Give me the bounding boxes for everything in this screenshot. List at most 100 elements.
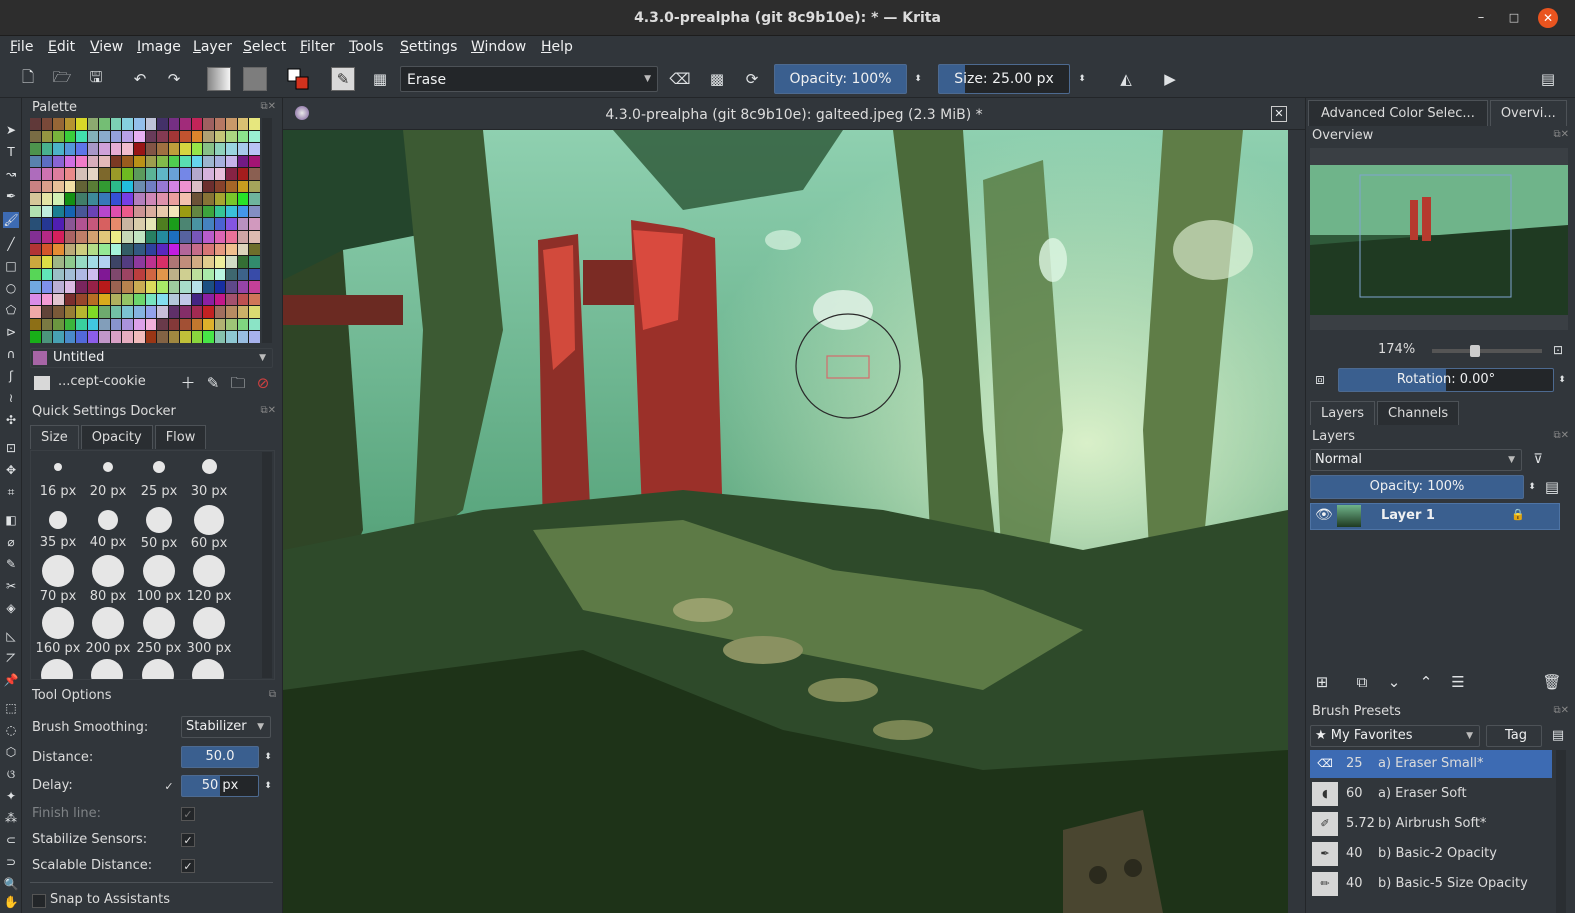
dock-float-close-icon[interactable]: ⧉✕: [1553, 705, 1569, 716]
rect-select-icon[interactable]: ⬚: [3, 700, 19, 716]
rotation-slider[interactable]: Rotation: 0.00°: [1338, 368, 1554, 392]
color-swap-icon[interactable]: [286, 67, 310, 91]
maximize-button[interactable]: □: [1504, 8, 1524, 28]
dock-float-icon[interactable]: ⧉: [269, 689, 276, 700]
assistant-tool-icon[interactable]: ◺: [3, 628, 19, 644]
delay-checkbox[interactable]: ✓: [162, 780, 176, 794]
opacity-slider[interactable]: Opacity: 100%: [774, 64, 907, 94]
distance-field[interactable]: 50.0: [181, 746, 259, 768]
pan-tool-icon[interactable]: ✋: [3, 894, 19, 910]
preset-item[interactable]: ✒ 40 b) Basic-2 Opacity: [1310, 840, 1552, 868]
preset-item[interactable]: ✏ 40 b) Basic-5 Size Opacity: [1310, 870, 1552, 898]
size-60[interactable]: 60 px: [184, 505, 234, 551]
grid-icon[interactable]: ▦: [368, 67, 392, 91]
zoom-slider[interactable]: [1432, 345, 1542, 357]
bezier-tool-icon[interactable]: ∩: [3, 346, 19, 362]
menu-settings[interactable]: Settings: [400, 39, 457, 55]
size-scrollbar[interactable]: [262, 452, 272, 678]
preset-item[interactable]: ✐ 5.72 b) Airbrush Soft*: [1310, 810, 1552, 838]
transform-tool-icon[interactable]: ⊡: [3, 440, 19, 456]
minimize-button[interactable]: –: [1471, 8, 1491, 28]
size-250[interactable]: 250 px: [134, 607, 184, 656]
layer-lock-icon[interactable]: 🔒: [1511, 508, 1525, 521]
new-document-icon[interactable]: 🗋: [16, 67, 40, 91]
undo-icon[interactable]: ↶: [128, 67, 152, 91]
scalable-checkbox[interactable]: ✓: [181, 859, 195, 873]
color-picker-icon[interactable]: ⌀: [3, 534, 19, 550]
canvas[interactable]: [283, 130, 1288, 913]
redo-icon[interactable]: ↷: [162, 67, 186, 91]
dock-float-close-icon[interactable]: ⧉✕: [260, 405, 276, 416]
menu-view[interactable]: View: [90, 39, 123, 55]
edit-icon[interactable]: ✎: [203, 373, 223, 393]
menu-file[interactable]: File: [10, 39, 33, 55]
presets-scrollbar[interactable]: [1556, 750, 1566, 913]
size-50[interactable]: 50 px: [134, 507, 184, 551]
mirror-view-icon[interactable]: ⧈: [1310, 369, 1330, 389]
delete-layer-icon[interactable]: 🗑: [1542, 672, 1562, 692]
alpha-lock-icon[interactable]: ▩: [705, 67, 729, 91]
dock-float-close-icon[interactable]: ⧉✕: [1553, 129, 1569, 140]
measure-tool-icon[interactable]: ⦢: [3, 650, 19, 666]
tab-channels[interactable]: Channels: [1377, 401, 1460, 425]
fill-tool-icon[interactable]: ◈: [3, 600, 19, 616]
finish-line-checkbox[interactable]: ✓: [181, 807, 195, 821]
size-300[interactable]: 300 px: [184, 607, 234, 656]
tab-flow[interactable]: Flow: [154, 425, 207, 449]
magnetic-select-icon[interactable]: ⊃: [3, 854, 19, 870]
similar-select-icon[interactable]: ⁂: [3, 810, 19, 826]
preset-view-icon[interactable]: ▤: [1548, 726, 1568, 746]
brush-preview-icon[interactable]: ✎: [331, 67, 355, 91]
layer-options-icon[interactable]: ☰: [1448, 672, 1468, 692]
mirror-horizontal-icon[interactable]: ◭: [1114, 67, 1138, 91]
overview-thumbnail[interactable]: [1310, 165, 1568, 315]
rotation-spin-icon[interactable]: ⬍: [1552, 370, 1572, 390]
move-tool-icon[interactable]: ✥: [3, 462, 19, 478]
tab-overview[interactable]: Overvi...: [1489, 100, 1567, 126]
dynamic-brush-icon[interactable]: ≀: [3, 390, 19, 406]
blend-mode-select[interactable]: Normal ▼: [1310, 449, 1522, 471]
pattern-swatch[interactable]: [243, 67, 267, 91]
add-layer-icon[interactable]: ⊞: [1312, 672, 1332, 692]
palette-select[interactable]: Untitled ▼: [30, 348, 273, 368]
tab-advanced-color[interactable]: Advanced Color Selec...: [1308, 100, 1488, 126]
stabilize-checkbox[interactable]: ✓: [181, 833, 195, 847]
size-30[interactable]: 30 px: [184, 459, 234, 499]
delete-icon[interactable]: ⊘: [253, 373, 273, 393]
size-160[interactable]: 160 px: [33, 607, 83, 656]
move-layer-up-icon[interactable]: ⌃: [1416, 672, 1436, 692]
fit-view-icon[interactable]: ⊡: [1548, 340, 1568, 360]
smoothing-select[interactable]: Stabilizer ▼: [181, 716, 271, 738]
folder-icon[interactable]: 🗀: [228, 373, 248, 393]
eye-icon[interactable]: 👁: [1315, 507, 1333, 523]
reload-preset-icon[interactable]: ⟳: [740, 67, 764, 91]
preset-item[interactable]: ⌫ 25 a) Eraser Small*: [1310, 750, 1552, 778]
rectangle-tool-icon[interactable]: □: [3, 258, 19, 274]
select-shapes-icon[interactable]: ➤: [3, 122, 19, 138]
freehand-select-icon[interactable]: ଓ: [3, 766, 19, 782]
filter-icon[interactable]: ⊽: [1528, 450, 1548, 470]
size-120[interactable]: 120 px: [184, 555, 234, 604]
ellipse-tool-icon[interactable]: ○: [3, 280, 19, 296]
gradient-tool-icon[interactable]: ◧: [3, 512, 19, 528]
menu-select[interactable]: Select: [243, 39, 286, 55]
polygon-select-icon[interactable]: ⬡: [3, 744, 19, 760]
size-35[interactable]: 35 px: [33, 509, 83, 550]
mirror-vertical-icon[interactable]: ▶: [1158, 67, 1182, 91]
size-16[interactable]: 16 px: [33, 459, 83, 499]
close-document-icon[interactable]: ✕: [1271, 106, 1287, 122]
duplicate-layer-icon[interactable]: ⧉: [1352, 672, 1372, 692]
polygon-tool-icon[interactable]: ⬠: [3, 302, 19, 318]
menu-window[interactable]: Window: [471, 39, 526, 55]
opacity-spin-icon[interactable]: ⬍: [906, 67, 930, 91]
menu-help[interactable]: Help: [541, 39, 573, 55]
size-25[interactable]: 25 px: [134, 459, 184, 499]
layer-opacity-slider[interactable]: Opacity: 100%: [1310, 475, 1524, 499]
size-40[interactable]: 40 px: [83, 509, 133, 550]
move-layer-down-icon[interactable]: ⌄: [1384, 672, 1404, 692]
polyline-tool-icon[interactable]: ⊳: [3, 324, 19, 340]
freehand-path-icon[interactable]: ʃ: [3, 368, 19, 384]
open-document-icon[interactable]: 🗁: [50, 67, 74, 91]
menu-edit[interactable]: Edit: [48, 39, 75, 55]
tab-opacity[interactable]: Opacity: [80, 425, 153, 449]
